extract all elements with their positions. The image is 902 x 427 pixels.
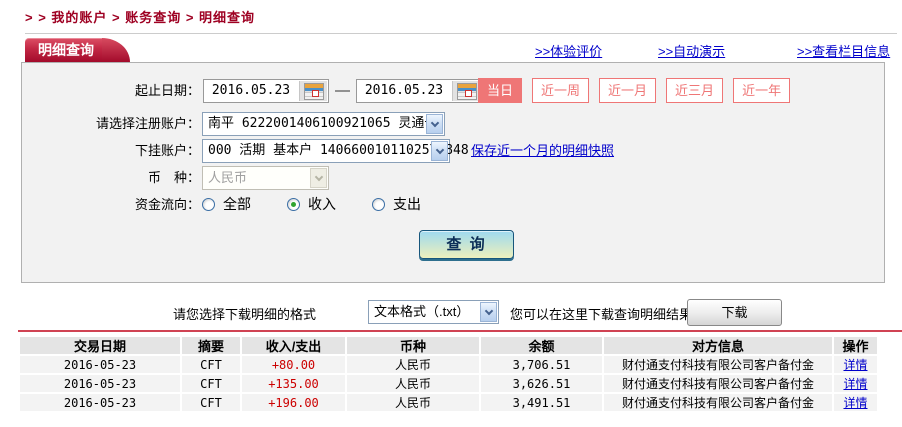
fund-flow-label: 资金流向： — [134, 197, 200, 212]
detail-link[interactable]: 详情 — [843, 394, 867, 411]
cell-currency: 人民币 — [347, 375, 479, 392]
cell-summary: CFT — [182, 375, 240, 392]
query-button[interactable]: 查 询 — [419, 230, 514, 259]
download-format-value: 文本格式（.txt） — [374, 304, 470, 319]
cell-date: 2016-05-23 — [20, 394, 180, 411]
date-separator: — — [335, 82, 350, 99]
date-to-calendar-button[interactable] — [452, 81, 480, 101]
chevron-down-icon[interactable] — [431, 141, 448, 161]
quick-range-3months[interactable]: 近三月 — [666, 78, 724, 103]
download-button[interactable]: 下载 — [687, 299, 782, 326]
download-format-select[interactable]: 文本格式（.txt） — [368, 300, 499, 324]
radio-all[interactable] — [202, 197, 215, 211]
quick-range-month[interactable]: 近一月 — [599, 78, 657, 103]
register-account-label: 请选择注册账户： — [95, 116, 200, 131]
breadcrumb: > > 我的账户 > 账务查询 > 明细查询 — [25, 10, 256, 25]
date-range-label: 起止日期： — [134, 83, 200, 98]
col-header-balance: 余额 — [481, 337, 602, 354]
col-header-currency: 币种 — [347, 337, 479, 354]
download-format-label: 请您选择下载明细的格式 — [173, 307, 317, 322]
query-form-panel: 起止日期： 2016.05.23 — 2016.05.23 当日 近一周 近一月… — [21, 62, 885, 283]
calendar-icon — [303, 82, 324, 100]
cell-summary: CFT — [182, 356, 240, 373]
register-account-value: 南平 6222001406100921065 灵通卡 — [208, 116, 438, 131]
radio-all-label: 全部 — [223, 196, 251, 212]
cell-summary: CFT — [182, 394, 240, 411]
radio-income[interactable] — [287, 197, 300, 211]
chevron-down-icon[interactable] — [480, 302, 497, 322]
cell-counterparty: 财付通支付科技有限公司客户备付金 — [604, 394, 832, 411]
link-view-column-info[interactable]: >>查看栏目信息 — [797, 41, 890, 60]
save-snapshot-link[interactable]: 保存近一个月的明细快照 — [471, 139, 614, 163]
header-divider — [25, 33, 897, 34]
transactions-table: 交易日期 摘要 收入/支出 币种 余额 对方信息 操作 2016-05-23 C… — [20, 337, 877, 411]
currency-label: 币 种： — [147, 170, 200, 185]
date-to-value: 2016.05.23 — [364, 83, 444, 98]
detail-link[interactable]: 详情 — [843, 375, 867, 392]
sub-account-select[interactable]: 000 活期 基本户 1406600101102571848 — [202, 139, 469, 163]
detail-link[interactable]: 详情 — [843, 356, 867, 373]
radio-expense-label: 支出 — [393, 196, 421, 212]
cell-date: 2016-05-23 — [20, 375, 180, 392]
register-account-select[interactable]: 南平 6222001406100921065 灵通卡 — [202, 112, 445, 136]
quick-range-buttons: 当日 近一周 近一月 近三月 近一年 — [478, 78, 791, 103]
detail-query-page: > > 我的账户 > 账务查询 > 明细查询 明细查询 >>体验评价 >>自动演… — [0, 0, 902, 427]
radio-income-label: 收入 — [308, 196, 336, 212]
radio-expense[interactable] — [372, 197, 385, 211]
cell-balance: 3,491.51 — [481, 394, 602, 411]
cell-currency: 人民币 — [347, 356, 479, 373]
sub-account-value: 000 活期 基本户 1406600101102571848 — [208, 143, 469, 158]
currency-select: 人民币 — [202, 166, 329, 190]
col-header-summary: 摘要 — [182, 337, 240, 354]
table-top-divider — [18, 330, 902, 332]
col-header-counterparty: 对方信息 — [604, 337, 832, 354]
date-from-value: 2016.05.23 — [211, 83, 291, 98]
cell-amount: +80.00 — [242, 356, 345, 373]
cell-amount: +196.00 — [242, 394, 345, 411]
col-header-date: 交易日期 — [20, 337, 180, 354]
link-experience-review[interactable]: >>体验评价 — [535, 41, 602, 60]
fund-flow-options: 全部 收入 支出 — [202, 194, 421, 214]
date-from-input[interactable]: 2016.05.23 — [203, 79, 329, 103]
quick-range-week[interactable]: 近一周 — [532, 78, 590, 103]
cell-counterparty: 财付通支付科技有限公司客户备付金 — [604, 375, 832, 392]
quick-range-today[interactable]: 当日 — [478, 78, 523, 103]
sub-account-label: 下挂账户： — [134, 143, 200, 158]
quick-range-year[interactable]: 近一年 — [733, 78, 791, 103]
cell-counterparty: 财付通支付科技有限公司客户备付金 — [604, 356, 832, 373]
date-to-input[interactable]: 2016.05.23 — [356, 79, 482, 103]
cell-amount: +135.00 — [242, 375, 345, 392]
date-from-calendar-button[interactable] — [299, 81, 327, 101]
col-header-action: 操作 — [834, 337, 877, 354]
cell-balance: 3,626.51 — [481, 375, 602, 392]
currency-value: 人民币 — [208, 170, 248, 185]
link-auto-demo[interactable]: >>自动演示 — [658, 41, 725, 60]
chevron-down-icon — [310, 168, 327, 188]
download-hint: 您可以在这里下载查询明细结果 — [510, 307, 693, 322]
chevron-down-icon[interactable] — [426, 114, 443, 134]
cell-balance: 3,706.51 — [481, 356, 602, 373]
tab-detail-query[interactable]: 明细查询 — [25, 38, 130, 62]
cell-currency: 人民币 — [347, 394, 479, 411]
col-header-amount: 收入/支出 — [242, 337, 345, 354]
cell-date: 2016-05-23 — [20, 356, 180, 373]
calendar-icon — [456, 82, 477, 100]
